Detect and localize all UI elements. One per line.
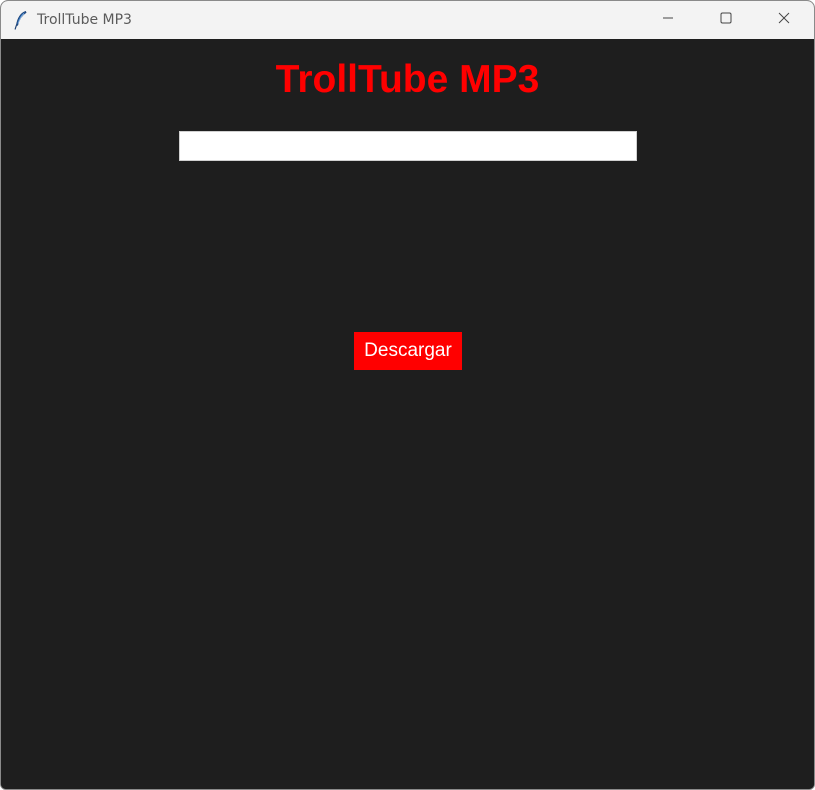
app-heading: TrollTube MP3 [275, 58, 540, 101]
close-button[interactable] [755, 1, 813, 39]
minimize-icon [662, 11, 674, 29]
app-window: TrollTube MP3 TrollTube MP3 Descargar [0, 0, 815, 790]
window-title: TrollTube MP3 [37, 12, 132, 28]
maximize-button[interactable] [697, 1, 755, 39]
feather-icon [12, 10, 30, 30]
close-icon [778, 11, 790, 29]
url-input[interactable] [179, 131, 637, 161]
main-content: TrollTube MP3 Descargar [1, 39, 814, 789]
title-bar[interactable]: TrollTube MP3 [1, 1, 814, 39]
maximize-icon [720, 11, 732, 29]
download-button[interactable]: Descargar [354, 332, 462, 370]
minimize-button[interactable] [639, 1, 697, 39]
